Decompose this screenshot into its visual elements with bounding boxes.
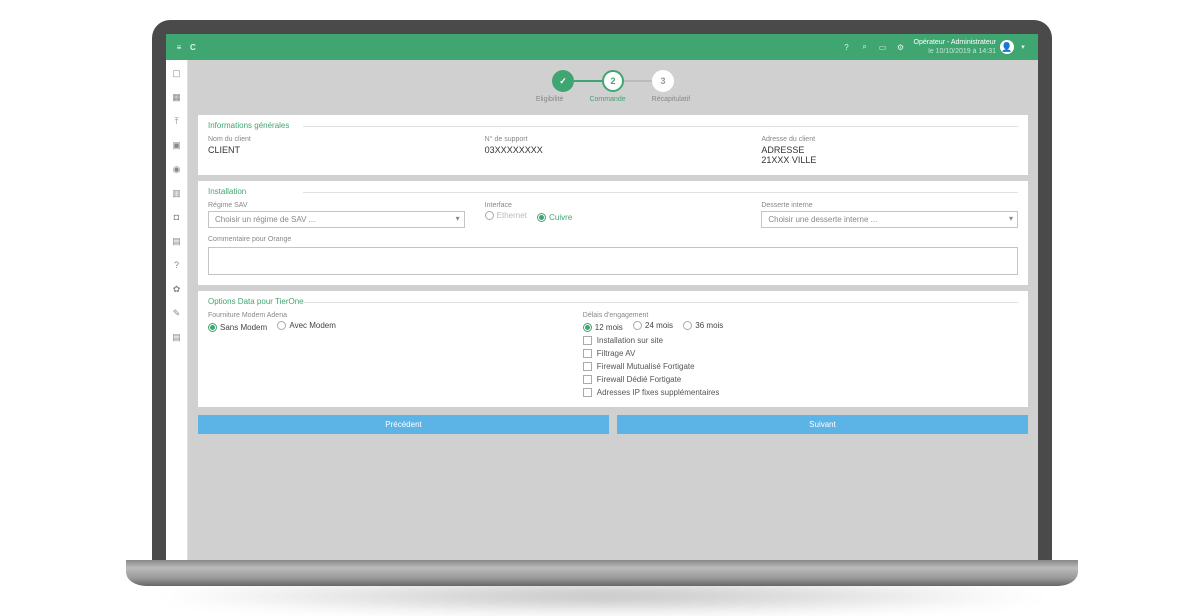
desserte-label: Desserte interne	[761, 202, 1018, 209]
comment-label: Commentaire pour Orange	[208, 236, 1018, 243]
legend-options: Options Data pour TierOne	[208, 297, 1018, 306]
support-number-label: N° de support	[485, 136, 742, 143]
user-avatar-icon[interactable]: 👤	[1000, 40, 1014, 54]
step-3[interactable]: 3	[652, 70, 674, 92]
comment-textarea[interactable]	[208, 247, 1018, 275]
help-icon[interactable]: ?	[838, 43, 856, 52]
chk-firewall-mutualise[interactable]: Firewall Mutualisé Fortigate	[583, 362, 1018, 371]
app-logo: C	[190, 43, 196, 52]
chk-ip-fixes[interactable]: Adresses IP fixes supplémentaires	[583, 388, 1018, 397]
step-3-label: Récapitulatif	[652, 96, 691, 103]
prev-button[interactable]: Précédent	[198, 415, 609, 434]
engagement-label: Délais d'engagement	[583, 312, 1018, 319]
interface-ethernet-radio[interactable]: Ethernet	[485, 211, 527, 220]
top-bar: ≡ C ? ⌕ ▭ ⚙ Opérateur - Administrateur l…	[166, 34, 1038, 60]
legend-installation: Installation	[208, 187, 1018, 196]
menu-icon[interactable]: ≡	[172, 43, 186, 52]
sidebar-upload-icon[interactable]: ⤒	[170, 114, 184, 128]
chat-icon[interactable]: ▭	[874, 43, 892, 52]
interface-cuivre-radio[interactable]: Cuivre	[537, 213, 572, 222]
engage-12-radio[interactable]: 12 mois	[583, 323, 623, 332]
support-number-value: 03XXXXXXXX	[485, 145, 742, 155]
client-address-value-2: 21XXX VILLE	[761, 155, 1018, 165]
client-address-value-1: ADRESSE	[761, 145, 1018, 155]
modem-sans-radio[interactable]: Sans Modem	[208, 323, 267, 332]
engage-36-radio[interactable]: 36 mois	[683, 321, 723, 330]
panel-options: Options Data pour TierOne Fourniture Mod…	[198, 291, 1028, 407]
step-2[interactable]: 2	[602, 70, 624, 92]
interface-label: Interface	[485, 202, 742, 209]
search-icon[interactable]: ⌕	[856, 42, 874, 52]
stepper: ✓ 2 3 Eligibilité Commande Récapitulatif	[188, 60, 1038, 109]
legend-general: Informations générales	[208, 121, 1018, 130]
laptop-base	[126, 560, 1078, 586]
client-name-label: Nom du client	[208, 136, 465, 143]
sidebar-globe-icon[interactable]: ◉	[170, 162, 184, 176]
client-address-label: Adresse du client	[761, 136, 1018, 143]
sidebar-monitor-icon[interactable]: ▢	[170, 66, 184, 80]
sidebar-list-icon[interactable]: ▤	[170, 330, 184, 344]
chk-firewall-dedie[interactable]: Firewall Dédié Fortigate	[583, 375, 1018, 384]
step-1[interactable]: ✓	[552, 70, 574, 92]
sav-select[interactable]: Choisir un régime de SAV ...	[208, 211, 465, 228]
user-sub: le 10/10/2019 à 14:31	[914, 47, 996, 56]
panel-installation: Installation Régime SAV Choisir un régim…	[198, 181, 1028, 285]
next-button[interactable]: Suivant	[617, 415, 1028, 434]
nav-buttons: Précédent Suivant	[198, 415, 1028, 434]
settings-icon[interactable]: ⚙	[892, 43, 910, 52]
sav-label: Régime SAV	[208, 202, 465, 209]
chevron-down-icon[interactable]: ▾	[1014, 43, 1032, 51]
step-1-label: Eligibilité	[536, 96, 564, 103]
sidebar-help-icon[interactable]: ?	[170, 258, 184, 272]
engage-24-radio[interactable]: 24 mois	[633, 321, 673, 330]
chk-filtrage-av[interactable]: Filtrage AV	[583, 349, 1018, 358]
main-content: ✓ 2 3 Eligibilité Commande Récapitulatif	[188, 60, 1038, 560]
sidebar: ▢ ▦ ⤒ ▣ ◉ ▥ ◘ ▤ ? ✿ ✎ ▤	[166, 60, 188, 560]
step-2-label: Commande	[589, 96, 625, 103]
app-screen: ≡ C ? ⌕ ▭ ⚙ Opérateur - Administrateur l…	[166, 34, 1038, 560]
panel-general-info: Informations générales Nom du client CLI…	[198, 115, 1028, 175]
chk-install-site[interactable]: Installation sur site	[583, 336, 1018, 345]
sidebar-ticket-icon[interactable]: ◘	[170, 210, 184, 224]
modem-label: Fourniture Modem Adena	[208, 312, 543, 319]
modem-avec-radio[interactable]: Avec Modem	[277, 321, 336, 330]
user-info: Opérateur - Administrateur le 10/10/2019…	[914, 38, 996, 56]
desserte-select[interactable]: Choisir une desserte interne ...	[761, 211, 1018, 228]
client-name-value: CLIENT	[208, 145, 465, 155]
sidebar-gear-icon[interactable]: ✿	[170, 282, 184, 296]
user-name: Opérateur - Administrateur	[914, 38, 996, 47]
sidebar-folder-icon[interactable]: ▦	[170, 90, 184, 104]
sidebar-edit-icon[interactable]: ✎	[170, 306, 184, 320]
sidebar-building-icon[interactable]: ▤	[170, 234, 184, 248]
sidebar-chart-icon[interactable]: ▥	[170, 186, 184, 200]
sidebar-calendar-icon[interactable]: ▣	[170, 138, 184, 152]
